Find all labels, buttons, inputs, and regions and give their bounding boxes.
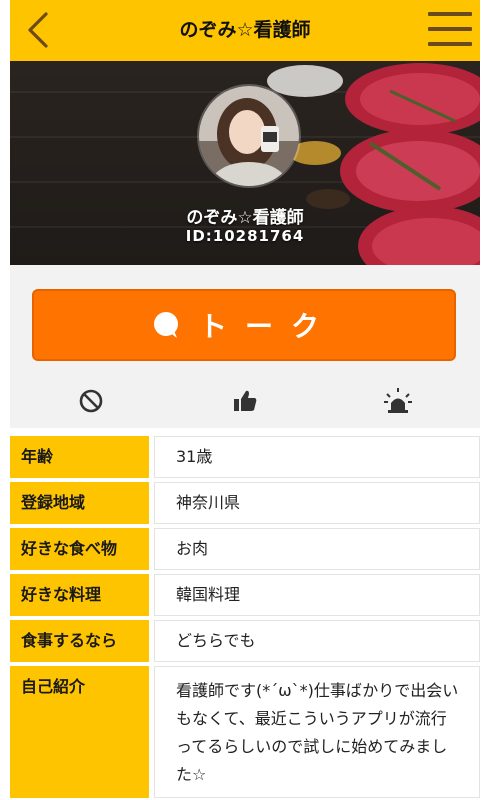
hamburger-line (428, 42, 472, 46)
detail-label: 年齢 (10, 436, 149, 478)
speech-bubble-icon (153, 312, 178, 338)
page-title: のぞみ☆看護師 (179, 19, 311, 41)
detail-label: 好きな食べ物 (10, 528, 149, 570)
avatar (197, 84, 301, 188)
detail-label: 食事するなら (10, 620, 149, 662)
report-button[interactable] (383, 386, 413, 416)
avatar-photo (199, 86, 299, 186)
profile-name: のぞみ☆看護師 (186, 208, 304, 228)
block-icon (79, 389, 103, 413)
talk-button-label: トーク (198, 310, 337, 343)
detail-value: 韓国料理 (154, 574, 480, 616)
detail-row: 年齢 31歳 (10, 436, 480, 478)
app-frame: のぞみ☆看護師 のぞみ☆看護師 ID:10281764 トーク 年齢 31歳 登… (10, 0, 480, 800)
detail-label: 登録地域 (10, 482, 149, 524)
detail-label: 自己紹介 (10, 666, 149, 798)
hamburger-line (428, 27, 472, 31)
self-intro-text: 看護師です(*´ω`*)仕事ばかりで出会いもなくて、最近こういうアプリが流行って… (154, 666, 480, 798)
like-button[interactable] (230, 386, 260, 416)
detail-row-intro: 自己紹介 看護師です(*´ω`*)仕事ばかりで出会いもなくて、最近こういうアプリ… (10, 666, 480, 798)
block-button[interactable] (76, 386, 106, 416)
detail-row: 好きな食べ物 お肉 (10, 528, 480, 570)
detail-value: 神奈川県 (154, 482, 480, 524)
app-header: のぞみ☆看護師 (10, 0, 480, 61)
profile-id: ID:10281764 (185, 227, 305, 245)
menu-button[interactable] (428, 10, 472, 48)
talk-button[interactable]: トーク (32, 289, 456, 361)
detail-value: お肉 (154, 528, 480, 570)
talk-button-content: トーク (34, 291, 454, 359)
detail-value: どちらでも (154, 620, 480, 662)
thumbs-up-icon (234, 390, 257, 411)
detail-label: 好きな料理 (10, 574, 149, 616)
action-row (10, 374, 480, 428)
alarm-light-icon (384, 388, 412, 413)
detail-value: 31歳 (154, 436, 480, 478)
detail-row: 登録地域 神奈川県 (10, 482, 480, 524)
detail-row: 食事するなら どちらでも (10, 620, 480, 662)
profile-cover: のぞみ☆看護師 ID:10281764 (10, 61, 480, 265)
hamburger-menu-icon (428, 12, 472, 16)
back-button[interactable] (24, 10, 54, 50)
chevron-left-icon (28, 12, 48, 48)
talk-section: トーク (10, 265, 480, 374)
detail-row: 好きな料理 韓国料理 (10, 574, 480, 616)
